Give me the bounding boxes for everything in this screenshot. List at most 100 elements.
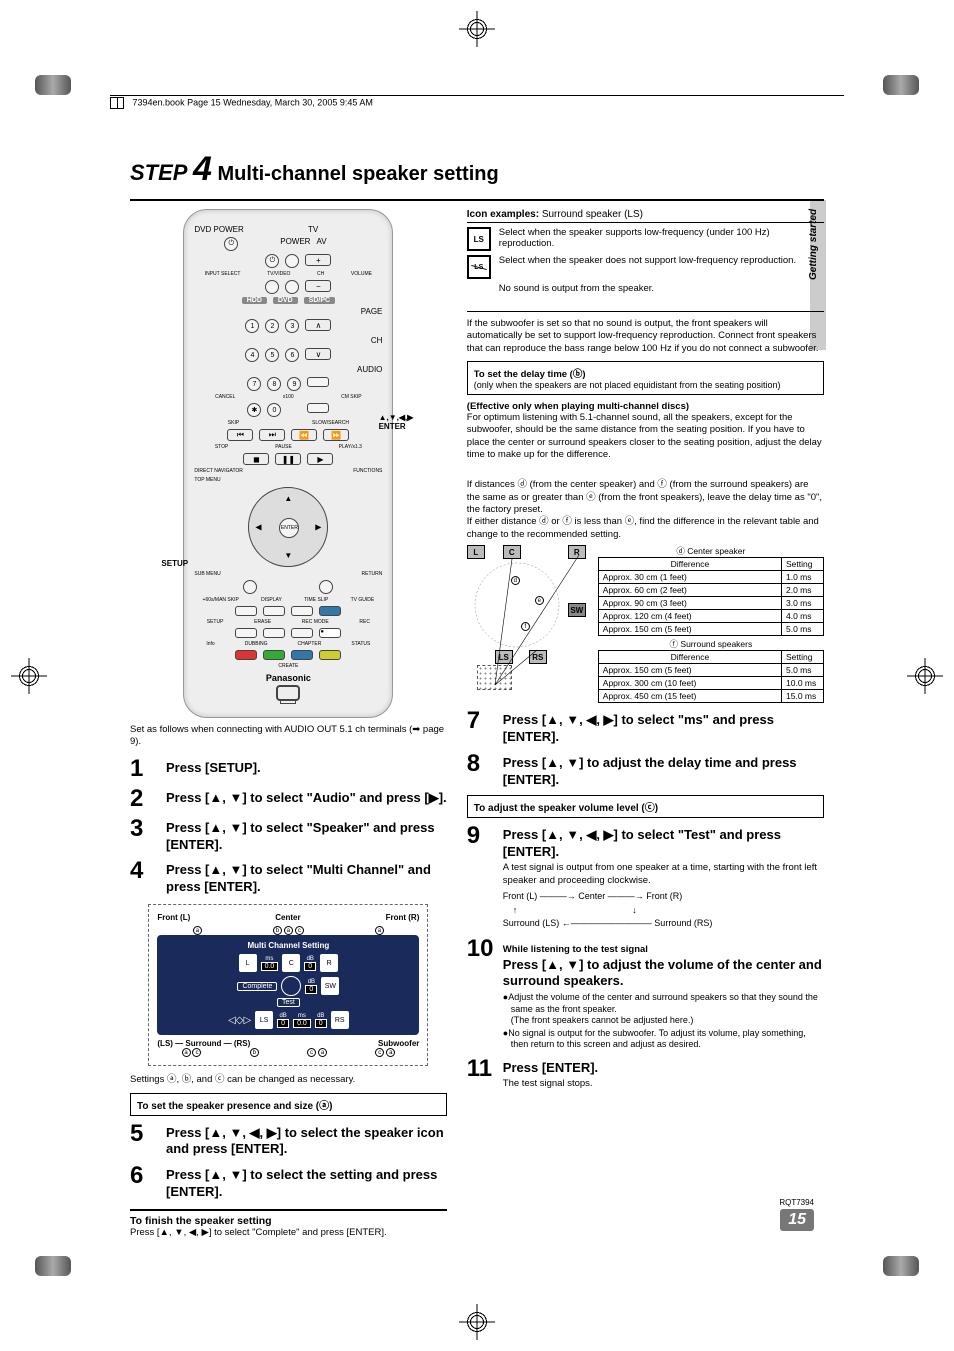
step-num-6: 6: [130, 1164, 156, 1201]
arrow-up-icon: ▲: [284, 494, 292, 503]
btn-erase: [263, 628, 285, 638]
spk-ls: LS: [255, 1011, 273, 1029]
delay-box-h: To set the delay time (ⓑ): [474, 369, 586, 380]
label-return: RETURN: [362, 571, 383, 577]
label-ch2: CH: [371, 336, 383, 345]
step-4: Press [▲, ▼] to select "Multi Channel" a…: [166, 859, 447, 896]
btn-skipb: ⏮: [227, 429, 253, 441]
btn-setup: [235, 628, 257, 638]
btn-info: [235, 650, 257, 660]
step-num-8: 8: [467, 752, 493, 789]
arrow-down-icon: ▼: [284, 551, 292, 560]
finish-text: Press [▲, ▼, ◀, ▶] to select "Complete" …: [130, 1227, 447, 1238]
label-ch: CH: [317, 271, 324, 277]
label-volume: VOLUME: [351, 271, 372, 277]
label-rec: REC: [359, 619, 370, 625]
ls-small-icon: LS: [467, 255, 491, 279]
label-x100: x100: [283, 394, 294, 400]
step-10: While listening to the test signal Press…: [503, 937, 824, 1051]
btn-ff: ⏩: [323, 429, 349, 441]
label-dvdpower: DVD POWER: [194, 225, 243, 234]
btn-dubbing: [263, 650, 285, 660]
step-num-1: 1: [130, 757, 156, 781]
btn-3: 3: [285, 319, 299, 333]
btn-status: [319, 650, 341, 660]
btn-8: 8: [267, 377, 281, 391]
btn-play: ▶: [307, 453, 333, 465]
reg-mark-top: [463, 15, 491, 43]
label-tvguide: TV GUIDE: [351, 597, 375, 603]
label-slow: SLOW/SEARCH: [312, 420, 349, 426]
crop-mark-bl: [35, 1256, 71, 1276]
btn-chdn: ∨: [305, 348, 331, 360]
btn-pause: ❚❚: [275, 453, 301, 465]
lbl-center: Center: [275, 913, 300, 922]
page-title: STEP 4 Multi-channel speaker setting: [130, 150, 824, 189]
ls-large-icon: LS: [467, 227, 491, 251]
btn-dvd: DVD: [273, 297, 298, 304]
step-9-sub: A test signal is output from one speaker…: [503, 862, 824, 887]
crop-mark-tr: [883, 75, 919, 95]
remote-callout-setup: SETUP: [161, 559, 188, 568]
spk-rs: RS: [331, 1011, 349, 1029]
label-topmenu: TOP MENU: [194, 477, 220, 483]
title-step: STEP: [130, 160, 187, 185]
test-flow: Front (L) ———→ Center ———→ Front (R) ↑ ↓…: [503, 890, 824, 931]
arrow-right-icon: ▶: [315, 523, 321, 532]
surround-table-caption: ⓕ Surround speakers: [598, 638, 824, 650]
step-10-b2: ●No signal is output for the subwoofer. …: [503, 1028, 824, 1051]
label-play: PLAY/x1.3: [339, 444, 362, 450]
label-cancel: CANCEL: [215, 394, 235, 400]
step-num-7: 7: [467, 709, 493, 746]
nav-pad: ENTER ▲ ▼ ◀ ▶: [248, 487, 328, 567]
btn-2: 2: [265, 319, 279, 333]
step-9: Press [▲, ▼, ◀, ▶] to select "Test" and …: [503, 824, 824, 931]
label-recmode: REC MODE: [302, 619, 329, 625]
reg-mark-bottom: [463, 1308, 491, 1336]
label-cmskip: CM SKIP: [341, 394, 362, 400]
step-num-2: 2: [130, 787, 156, 811]
btn-7: 7: [247, 377, 261, 391]
label-skip: SKIP: [228, 420, 239, 426]
btn-0: 0: [267, 403, 281, 417]
btn-rec: ●: [319, 628, 341, 638]
lbl-frontl: Front (L): [157, 913, 190, 922]
arrow-left-icon: ◀: [255, 523, 261, 532]
label-tvvideo: TV/VIDEO: [267, 271, 290, 277]
spk-c: C: [282, 954, 300, 972]
label-timeslip: TIME SLIP: [304, 597, 328, 603]
spk-r: R: [320, 954, 338, 972]
btn-sdpc: SD/PC: [304, 297, 335, 304]
btn-manskip: [235, 606, 257, 616]
icon-desc-1: Select when the speaker supports low-fre…: [499, 227, 824, 249]
remote-control: DVD POWER TV ⏻ POWER AV: [183, 209, 393, 718]
mcs-title: Multi Channel Setting: [163, 941, 413, 950]
intro-text: Set as follows when connecting with AUDI…: [130, 724, 447, 749]
label-audio: AUDIO: [357, 365, 382, 374]
reg-mark-left: [15, 662, 43, 690]
step-num-5: 5: [130, 1122, 156, 1159]
center-ms: 0.0: [261, 962, 279, 971]
label-direct: DIRECT NAVIGATOR: [194, 468, 243, 474]
subwoofer-note: If the subwoofer is set so that no sound…: [467, 318, 824, 355]
surround-table: DifferenceSetting Approx. 150 cm (5 feet…: [598, 650, 824, 703]
remote-callout-arrows: ▲,▼,◀,▶ ENTER: [379, 414, 414, 432]
step-8: Press [▲, ▼] to adjust the delay time an…: [503, 752, 824, 789]
box-presence: To set the speaker presence and size (ⓐ): [130, 1093, 447, 1116]
label-pause: PAUSE: [275, 444, 292, 450]
book-icon: [110, 97, 124, 109]
book-header: 7394en.book Page 15 Wednesday, March 30,…: [110, 95, 844, 109]
btn-recmode: [291, 628, 313, 638]
finish-rule: [130, 1209, 447, 1211]
step-6: Press [▲, ▼] to select the setting and p…: [166, 1164, 447, 1201]
btn-dvdpower: ⏻: [224, 237, 238, 251]
btn-4: 4: [245, 348, 259, 362]
reg-mark-right: [911, 662, 939, 690]
label-manskip: +60s/MAN SKIP: [203, 597, 239, 603]
delay-box: To set the delay time (ⓑ) (only when the…: [467, 361, 824, 395]
btn-1: 1: [245, 319, 259, 333]
label-input: INPUT SELECT: [205, 271, 241, 277]
btn-display: [263, 606, 285, 616]
step-num-9: 9: [467, 824, 493, 931]
title-rule: [130, 199, 824, 201]
